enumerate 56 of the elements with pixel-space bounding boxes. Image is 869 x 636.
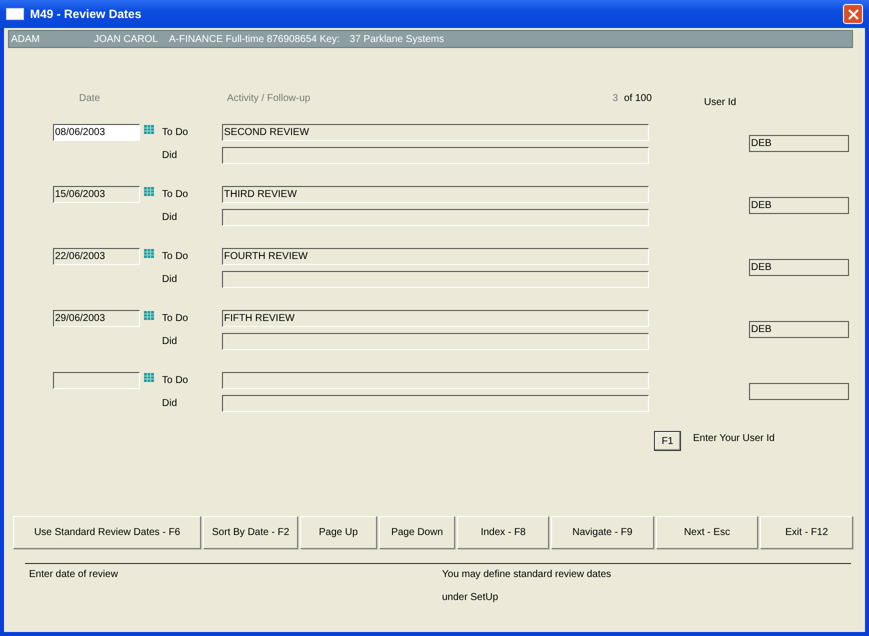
field-label: Did	[162, 398, 178, 409]
field-label: To Do	[162, 251, 190, 262]
todo-field[interactable]: THIRD REVIEW	[222, 186, 649, 203]
info-text: 37 Parklane Systems	[350, 34, 444, 44]
user-id-field[interactable]	[749, 383, 849, 400]
todo-field[interactable]	[222, 372, 649, 389]
window-title: M49 - Review Dates	[30, 7, 142, 21]
did-field[interactable]	[222, 271, 649, 288]
action-button[interactable]: Use Standard Review Dates - F6	[13, 516, 202, 549]
todo-field[interactable]: SECOND REVIEW	[222, 124, 649, 141]
close-icon	[848, 8, 858, 20]
date-field[interactable]: 15/06/2003	[53, 186, 140, 203]
date-field[interactable]: 22/06/2003	[53, 248, 140, 265]
record-number: 3	[611, 92, 618, 104]
user-id-field[interactable]: DEB	[749, 321, 849, 338]
action-button[interactable]: Exit - F12	[760, 516, 853, 549]
window-icon	[6, 8, 24, 20]
field-label: To Do	[162, 375, 190, 386]
did-field[interactable]	[222, 333, 649, 350]
action-button[interactable]: Page Down	[378, 516, 456, 549]
date-field[interactable]: 08/06/2003	[53, 124, 140, 141]
field-label: Did	[162, 274, 178, 285]
field-label: To Do	[162, 127, 190, 138]
field-label: Did	[162, 336, 178, 347]
column-header: User Id	[704, 96, 736, 108]
status-text: Enter date of review	[28, 569, 119, 582]
did-field[interactable]	[222, 147, 649, 164]
status-text: You may define standard review dates	[442, 569, 612, 580]
user-id-field[interactable]: DEB	[749, 135, 849, 152]
field-label: To Do	[162, 313, 190, 324]
field-label: To Do	[162, 189, 190, 200]
status-text: under SetUp	[442, 592, 500, 603]
close-button[interactable]	[843, 4, 863, 24]
did-field[interactable]	[222, 395, 649, 412]
todo-field[interactable]: FIFTH REVIEW	[222, 310, 649, 327]
action-button[interactable]: Page Up	[300, 516, 377, 549]
todo-field[interactable]: FOURTH REVIEW	[222, 248, 649, 265]
action-button[interactable]: Next - Esc	[656, 516, 758, 549]
date-field[interactable]	[53, 372, 140, 389]
action-button[interactable]: Index - F8	[457, 516, 550, 549]
action-button[interactable]: Sort By Date - F2	[203, 516, 298, 549]
field-label: Did	[162, 212, 178, 223]
date-field[interactable]: 29/06/2003	[53, 310, 140, 327]
field-label: Did	[162, 150, 178, 161]
did-field[interactable]	[222, 209, 649, 226]
info-text: A-FINANCE Full-time 876908654 Key:	[169, 34, 340, 44]
column-header: Date	[78, 92, 102, 104]
info-text: JOAN CAROL	[94, 34, 159, 44]
user-id-field[interactable]: DEB	[749, 259, 849, 276]
column-header: Activity / Follow-up	[227, 92, 312, 104]
info-text: ADAM	[10, 34, 41, 44]
user-id-field[interactable]: DEB	[749, 197, 849, 214]
f1-button[interactable]: F1	[654, 431, 681, 451]
record-total: of 100	[624, 92, 653, 104]
hint-text: Enter Your User Id	[693, 432, 775, 444]
action-button[interactable]: Navigate - F9	[551, 516, 654, 549]
